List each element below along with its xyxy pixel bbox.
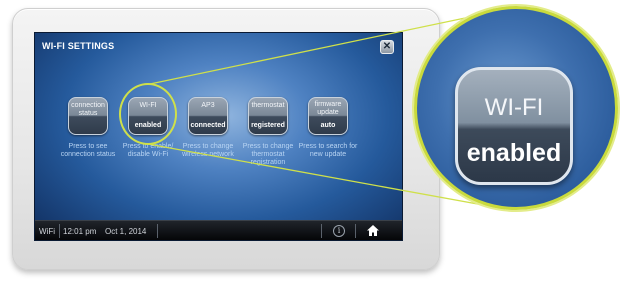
magnified-tile-label: WI-FI [484,94,544,121]
magnified-wifi-button: WI-FI enabled [455,67,573,185]
magnified-callout: WI-FI enabled [414,6,618,210]
magnified-tile-value: enabled [466,139,562,167]
